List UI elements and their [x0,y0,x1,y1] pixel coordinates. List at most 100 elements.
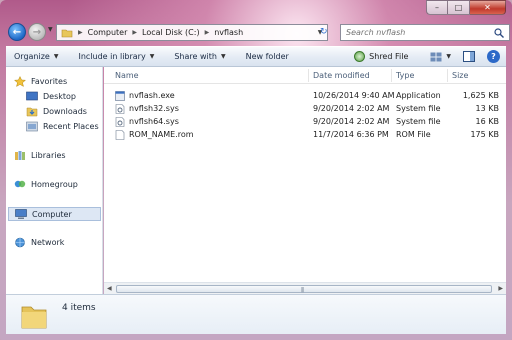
system-file-icon [115,117,125,127]
include-in-library-button[interactable]: Include in library ▼ [78,52,154,61]
computer-icon [15,208,27,219]
new-folder-button[interactable]: New folder [246,52,289,61]
command-bar: Organize ▼ Include in library ▼ Share with… [6,46,506,67]
breadcrumb-separator[interactable]: ▶ [205,29,210,36]
folder-icon [21,306,47,329]
system-file-icon [115,104,125,114]
sidebar-item-homegroup[interactable]: Homegroup [14,179,78,190]
file-name: nvflash.exe [129,91,175,100]
minimize-button[interactable]: – [426,0,448,15]
breadcrumb-separator[interactable]: ▶ [132,29,137,36]
sidebar-item-favorites[interactable]: Favorites [14,76,67,87]
file-type: System file [396,104,441,113]
file-name: nvflsh64.sys [129,117,179,126]
star-icon [14,76,26,87]
sidebar-item-libraries[interactable]: Libraries [14,150,66,161]
homegroup-icon [14,180,26,188]
horizontal-scrollbar[interactable]: ◀ ||| ▶ [104,282,506,294]
column-header-size[interactable]: Size [452,71,468,80]
scroll-right-icon[interactable]: ▶ [498,285,503,292]
file-date: 11/7/2014 6:36 PM [313,130,389,139]
sidebar-item-network[interactable]: Network [14,237,64,248]
sidebar-label-recent-places: Recent Places [43,122,99,131]
share-with-button[interactable]: Share with ▼ [174,52,225,61]
breadcrumb-nvflash[interactable]: nvflash [214,28,243,37]
address-bar[interactable]: ▶ Computer ▶ Local Disk (C:) ▶ nvflash ▼ [56,24,328,41]
organize-button[interactable]: Organize ▼ [14,52,58,61]
include-in-library-label: Include in library [78,52,146,61]
sidebar-label-computer: Computer [32,209,72,219]
view-options-icon[interactable] [430,52,442,62]
column-divider[interactable] [391,69,392,82]
close-button[interactable]: ✕ [470,0,506,15]
share-with-label: Share with [174,52,217,61]
file-size: 1,625 KB [462,91,499,100]
file-size: 16 KB [475,117,499,126]
network-icon [15,237,25,248]
file-type: System file [396,117,441,126]
file-row[interactable]: nvflsh32.sys 9/20/2014 2:02 AM System fi… [104,103,506,115]
column-headers: Name Date modified Type Size [104,67,506,84]
column-header-name[interactable]: Name [115,71,139,80]
scrollbar-thumb[interactable]: ||| [116,285,492,293]
navigation-bar: ← → ▼ ▶ Computer ▶ Local Disk (C:) ▶ nvf… [6,22,510,42]
search-box[interactable] [340,24,510,41]
sidebar-label-homegroup: Homegroup [31,180,78,189]
recent-pages-dropdown[interactable]: ▼ [48,26,53,33]
maximize-button[interactable]: □ [448,0,470,15]
file-date: 9/20/2014 2:02 AM [313,117,390,126]
refresh-icon[interactable]: ↻ [320,27,328,37]
new-folder-label: New folder [245,52,289,61]
column-header-type[interactable]: Type [396,71,414,80]
sidebar-label-network: Network [31,238,65,247]
shred-file-label: Shred File [369,52,409,61]
sidebar-label-downloads: Downloads [43,107,87,116]
back-arrow-icon: ← [12,26,22,38]
sidebar-item-downloads[interactable]: Downloads [26,106,87,117]
sidebar-item-recent-places[interactable]: Recent Places [26,121,99,132]
generic-file-icon [115,130,125,140]
window-controls: – □ ✕ [426,0,506,15]
back-button[interactable]: ← [8,23,26,41]
sidebar-item-computer[interactable]: Computer [8,207,101,221]
libraries-icon [15,151,25,160]
navigation-pane: Favorites Desktop Downloads Recent Place… [6,67,103,294]
sidebar-item-desktop[interactable]: Desktop [26,91,76,102]
folder-icon [61,29,73,37]
item-count: 4 items [62,303,96,313]
help-icon[interactable]: ? [487,50,500,63]
chevron-down-icon: ▼ [220,53,226,60]
file-row[interactable]: nvflsh64.sys 9/20/2014 2:02 AM System fi… [104,116,506,128]
application-icon [115,91,125,101]
sidebar-label-favorites: Favorites [31,77,68,86]
file-date: 10/26/2014 9:40 AM [313,91,395,100]
view-dropdown-icon[interactable]: ▼ [446,53,451,60]
forward-button[interactable]: → [28,23,46,41]
file-row[interactable]: ROM_NAME.rom 11/7/2014 6:36 PM ROM File … [104,129,506,141]
grip-icon: ||| [301,287,304,293]
details-pane: 4 items [6,294,506,334]
file-size: 175 KB [470,130,499,139]
file-type: ROM File [396,130,431,139]
preview-pane-icon[interactable] [463,51,475,62]
file-date: 9/20/2014 2:02 AM [313,104,390,113]
breadcrumb-separator[interactable]: ▶ [78,29,83,36]
file-type: Application [396,91,441,100]
chevron-down-icon: ▼ [53,53,59,60]
forward-arrow-icon: → [32,26,42,38]
shred-icon [354,51,366,62]
column-divider[interactable] [308,69,309,82]
scroll-left-icon[interactable]: ◀ [107,285,112,292]
search-input[interactable] [346,28,486,37]
shred-file-button[interactable]: Shred File [354,51,408,62]
file-name: nvflsh32.sys [129,104,179,113]
recent-places-icon [26,121,38,132]
breadcrumb-computer[interactable]: Computer [88,28,128,37]
search-icon[interactable] [494,28,504,38]
column-header-date-modified[interactable]: Date modified [313,71,370,80]
breadcrumb-local-disk[interactable]: Local Disk (C:) [142,28,200,37]
sidebar-label-desktop: Desktop [43,92,76,101]
column-divider[interactable] [447,69,448,82]
file-row[interactable]: nvflash.exe 10/26/2014 9:40 AM Applicati… [104,90,506,102]
desktop-icon [26,91,38,101]
